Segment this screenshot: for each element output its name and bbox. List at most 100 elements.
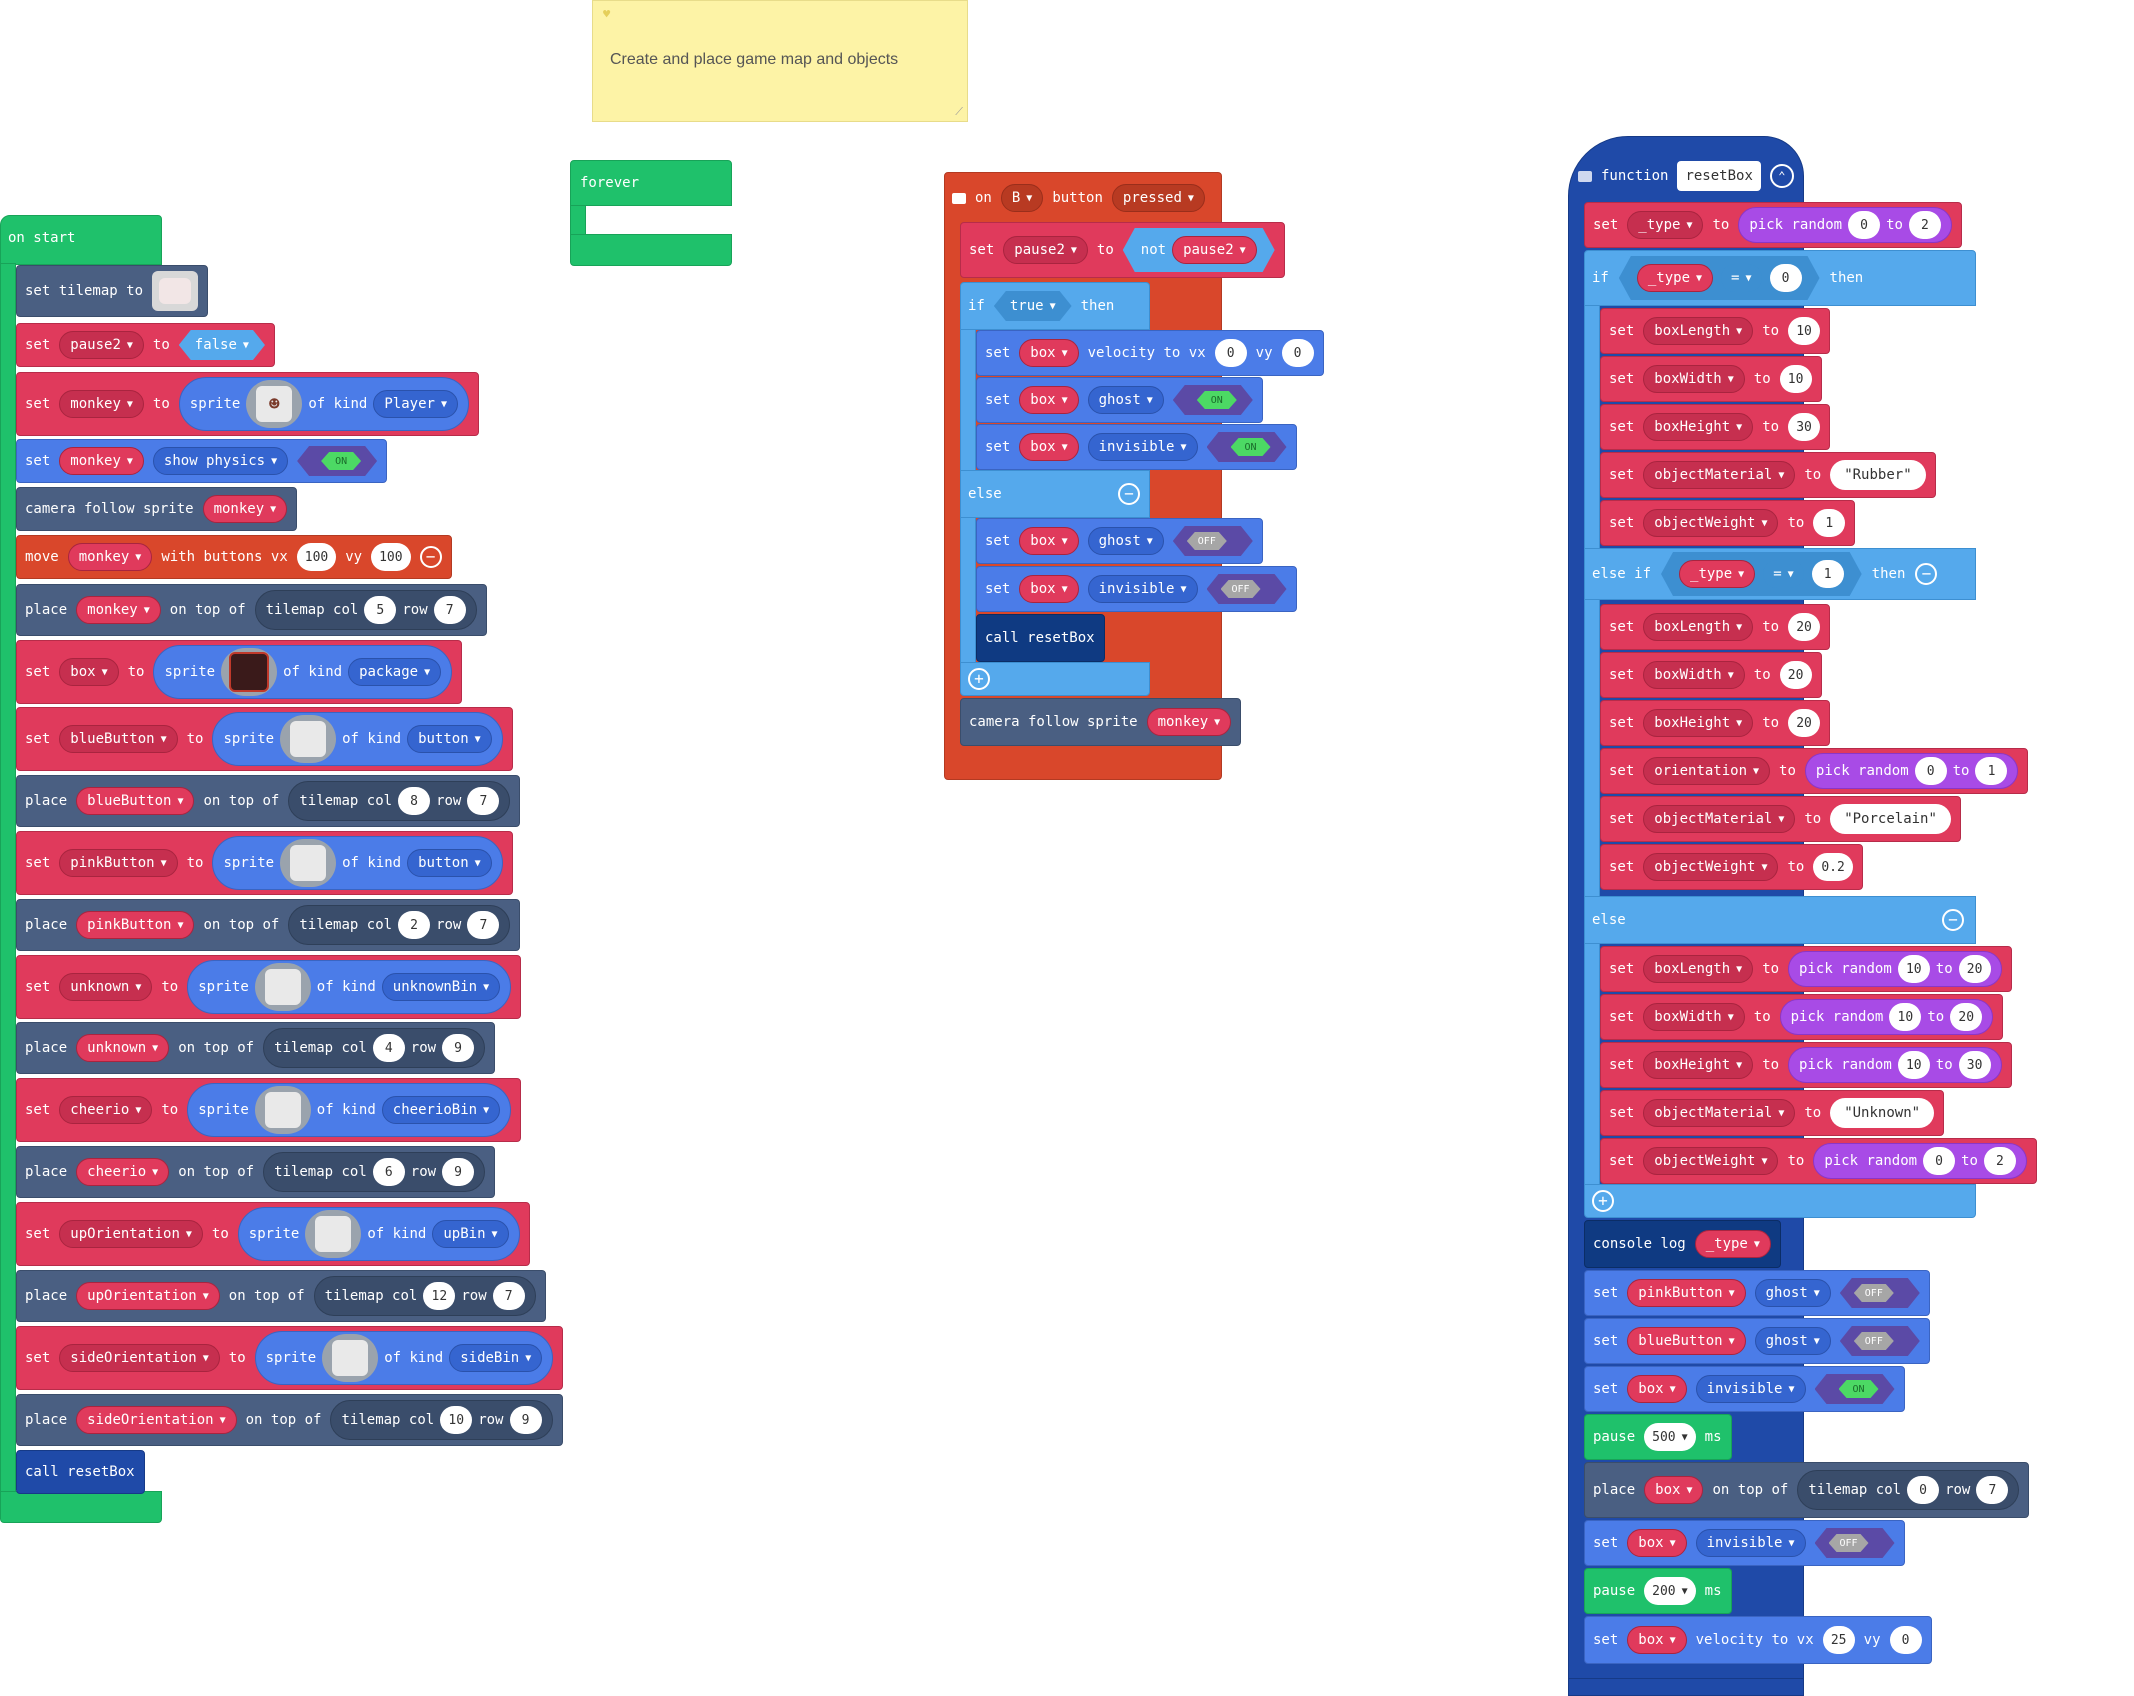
sprite-image[interactable]: [280, 715, 337, 763]
set-box-invisible-on-block[interactable]: set box ▼ invisible ▼ ON: [1584, 1366, 1905, 1412]
vx-input[interactable]: 0: [1214, 339, 1247, 367]
pause-dropdown[interactable]: 200 ▼: [1644, 1577, 1696, 1605]
set-cheerio-sprite-block[interactable]: set cheerio ▼ to sprite of kind cheerioBi…: [16, 1078, 522, 1142]
set-objectweight-block[interactable]: set objectWeight ▼ to 1: [1600, 500, 1856, 546]
var-dropdown[interactable]: monkey ▼: [67, 543, 153, 571]
var-dropdown[interactable]: objectWeight ▼: [1643, 853, 1779, 881]
row-input[interactable]: 9: [442, 1158, 475, 1186]
max-input[interactable]: 1: [1975, 757, 2008, 785]
value-input[interactable]: 20: [1779, 661, 1812, 689]
min-input[interactable]: 0: [1914, 757, 1947, 785]
sprite-image[interactable]: [254, 963, 311, 1011]
compare-value-input[interactable]: 0: [1770, 264, 1802, 292]
move-with-buttons-block[interactable]: move monkey ▼ with buttons vx 100 vy 100 …: [16, 535, 452, 579]
var-dropdown[interactable]: box ▼: [1019, 527, 1079, 555]
tilemap-col-row[interactable]: tilemap col 12 row 7: [313, 1276, 536, 1316]
pick-random-block[interactable]: pick random 0 to 2: [1813, 1143, 2027, 1179]
set-boxheight-random-block[interactable]: set boxHeight ▼ to pick random 10 to 30: [1600, 1042, 2012, 1088]
row-input[interactable]: 7: [467, 787, 500, 815]
var-dropdown[interactable]: objectMaterial ▼: [1643, 1099, 1796, 1127]
sprite-of-kind[interactable]: sprite of kind button ▼: [212, 712, 503, 766]
var-dropdown[interactable]: objectWeight ▼: [1643, 509, 1779, 537]
tilemap-image[interactable]: [152, 271, 199, 311]
var-dropdown[interactable]: objectMaterial ▼: [1643, 805, 1796, 833]
pick-random-block[interactable]: pick random 0 to 1: [1804, 753, 2019, 789]
pick-random-block[interactable]: pick random 0 to 2: [1738, 207, 1952, 243]
sprite-image[interactable]: [305, 1210, 362, 1258]
var-dropdown[interactable]: box ▼: [59, 658, 119, 686]
set-pause2-block[interactable]: set pause2 ▼ to false ▼: [16, 323, 275, 367]
var-dropdown[interactable]: box ▼: [1627, 1375, 1687, 1403]
sprite-of-kind[interactable]: sprite of kind button ▼: [212, 836, 503, 890]
tilemap-col-row[interactable]: tilemap col 4 row 9: [263, 1028, 486, 1068]
console-log-block[interactable]: console log _type ▼: [1584, 1220, 1781, 1268]
var-dropdown[interactable]: sideOrientation ▼: [59, 1344, 220, 1372]
sprite-image[interactable]: [254, 1086, 311, 1134]
minus-circle-icon[interactable]: −: [1942, 909, 1964, 931]
kind-dropdown[interactable]: unknownBin ▼: [381, 973, 501, 1001]
max-input[interactable]: 20: [1950, 1003, 1983, 1031]
max-input[interactable]: 20: [1958, 955, 1991, 983]
set-objectweight-block[interactable]: set objectWeight ▼ to 0.2: [1600, 844, 1863, 890]
min-input[interactable]: 0: [1923, 1147, 1956, 1175]
operator-dropdown[interactable]: = ▼: [1721, 264, 1761, 292]
var-dropdown[interactable]: boxHeight ▼: [1643, 709, 1754, 737]
pick-random-block[interactable]: pick random 10 to 20: [1788, 951, 2002, 987]
max-input[interactable]: 2: [1983, 1147, 2016, 1175]
toggle-switch[interactable]: ON: [1173, 385, 1253, 415]
set-objectmaterial-block[interactable]: set objectMaterial ▼ to "Porcelain": [1600, 796, 1961, 842]
var-dropdown[interactable]: box ▼: [1627, 1626, 1687, 1654]
set-boxwidth-block[interactable]: set boxWidth ▼ to 20: [1600, 652, 1822, 698]
col-input[interactable]: 4: [372, 1034, 405, 1062]
package-sprite-image[interactable]: [221, 648, 278, 696]
string-input[interactable]: "Unknown": [1830, 1098, 1935, 1128]
var-dropdown[interactable]: boxWidth ▼: [1643, 661, 1745, 689]
tilemap-col-row[interactable]: tilemap col 0 row 7: [1797, 1470, 2020, 1510]
set-orientation-block[interactable]: set orientation ▼ to pick random 0 to 1: [1600, 748, 2029, 794]
var-dropdown[interactable]: blueButton ▼: [76, 787, 195, 815]
event-dropdown[interactable]: pressed ▼: [1111, 184, 1205, 212]
pick-random-block[interactable]: pick random 10 to 30: [1788, 1047, 2002, 1083]
set-boxwidth-random-block[interactable]: set boxWidth ▼ to pick random 10 to 20: [1600, 994, 2004, 1040]
set-unknown-sprite-block[interactable]: set unknown ▼ to sprite of kind unknownBi…: [16, 955, 522, 1019]
place-sideorientation-block[interactable]: place sideOrientation ▼ on top of tilemap…: [16, 1394, 563, 1446]
set-uporientation-sprite-block[interactable]: set upOrientation ▼ to sprite of kind upB…: [16, 1202, 530, 1266]
value-input[interactable]: 30: [1788, 413, 1821, 441]
prop-dropdown[interactable]: invisible ▼: [1087, 575, 1198, 603]
minus-circle-icon[interactable]: −: [1915, 563, 1938, 585]
not-block[interactable]: not pause2 ▼: [1123, 228, 1275, 272]
var-dropdown[interactable]: blueButton ▼: [1627, 1327, 1746, 1355]
col-input[interactable]: 6: [372, 1158, 405, 1186]
minus-circle-icon[interactable]: −: [1118, 483, 1140, 505]
set-boxlength-random-block[interactable]: set boxLength ▼ to pick random 10 to 20: [1600, 946, 2012, 992]
set-boxheight-block[interactable]: set boxHeight ▼ to 20: [1600, 700, 1831, 746]
toggle-switch[interactable]: OFF: [1840, 1326, 1920, 1356]
place-unknown-block[interactable]: place unknown ▼ on top of tilemap col 4 r…: [16, 1022, 496, 1074]
compare-block[interactable]: _type ▼ = ▼ 0: [1619, 256, 1820, 300]
comment-icon[interactable]: [1578, 170, 1592, 182]
call-resetbox-block[interactable]: call resetBox: [16, 1450, 145, 1494]
value-input[interactable]: 1: [1813, 509, 1846, 537]
var-dropdown[interactable]: box ▼: [1644, 1476, 1704, 1504]
value-input[interactable]: 20: [1788, 613, 1821, 641]
vy-input[interactable]: 0: [1889, 1626, 1922, 1654]
value-input[interactable]: 10: [1779, 365, 1812, 393]
pause-dropdown[interactable]: 500 ▼: [1644, 1423, 1696, 1451]
toggle-switch[interactable]: OFF: [1173, 526, 1253, 556]
min-input[interactable]: 10: [1897, 1051, 1930, 1079]
prop-dropdown[interactable]: ghost ▼: [1087, 527, 1164, 555]
var-dropdown[interactable]: boxLength ▼: [1643, 955, 1754, 983]
set-objectmaterial-block[interactable]: set objectMaterial ▼ to "Unknown": [1600, 1090, 1945, 1136]
monkey-sprite-image[interactable]: ☻: [246, 380, 303, 428]
col-input[interactable]: 12: [423, 1282, 456, 1310]
place-monkey-block[interactable]: place monkey ▼ on top of tilemap col 5 ro…: [16, 584, 487, 636]
collapse-arrow-icon[interactable]: ♥: [603, 7, 610, 21]
resize-handle-icon[interactable]: ⟋: [955, 105, 963, 119]
var-dropdown[interactable]: boxLength ▼: [1643, 613, 1754, 641]
var-dropdown[interactable]: box ▼: [1019, 575, 1079, 603]
var-dropdown[interactable]: unknown ▼: [76, 1034, 170, 1062]
place-pinkbutton-block[interactable]: place pinkButton ▼ on top of tilemap col …: [16, 899, 521, 951]
max-input[interactable]: 2: [1908, 211, 1941, 239]
value-input[interactable]: 20: [1788, 709, 1821, 737]
tilemap-col-row[interactable]: tilemap col 8 row 7: [288, 781, 511, 821]
